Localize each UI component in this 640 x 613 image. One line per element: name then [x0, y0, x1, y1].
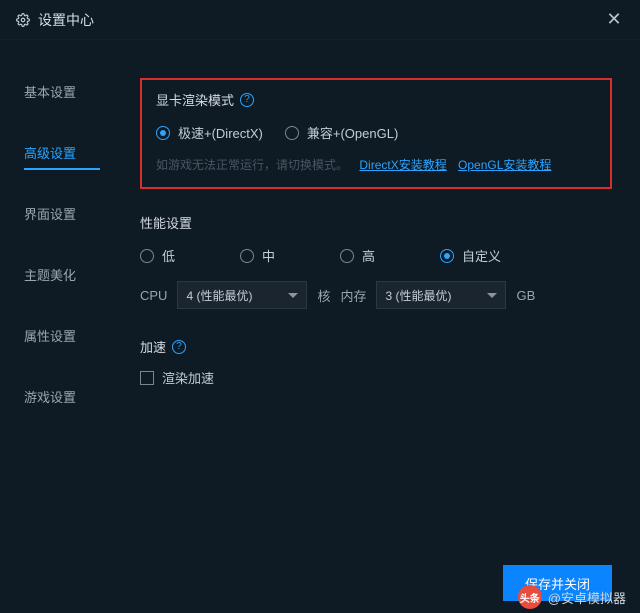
render-accel-label: 渲染加速 — [162, 368, 214, 387]
radio-medium-label: 中 — [262, 246, 275, 265]
sidebar-item-game[interactable]: 游戏设置 — [24, 375, 130, 418]
checkbox-box-icon — [140, 371, 154, 385]
acceleration-section: 加速 ? 渲染加速 — [140, 337, 612, 388]
chevron-down-icon — [487, 293, 497, 298]
window-title: 设置中心 — [38, 10, 94, 30]
radio-low-label: 低 — [162, 246, 175, 265]
watermark: 头条 @安卓模拟器 — [518, 585, 626, 609]
radio-high[interactable]: 高 — [340, 246, 440, 265]
radio-directx-label: 极速+(DirectX) — [178, 123, 263, 142]
performance-title: 性能设置 — [140, 213, 612, 232]
radio-custom[interactable]: 自定义 — [440, 246, 501, 265]
sidebar-item-advanced[interactable]: 高级设置 — [24, 131, 130, 174]
close-icon[interactable]: ✕ — [604, 10, 624, 30]
content-area: 基本设置 高级设置 界面设置 主题美化 属性设置 游戏设置 显卡渲染模式 ? 极… — [0, 40, 640, 553]
performance-title-text: 性能设置 — [140, 213, 192, 232]
cpu-unit: 核 — [317, 286, 330, 305]
sidebar-item-basic[interactable]: 基本设置 — [24, 70, 130, 113]
link-directx-tutorial[interactable]: DirectX安装教程 — [359, 158, 446, 172]
sidebar-item-property[interactable]: 属性设置 — [24, 314, 130, 357]
render-hint-text: 如游戏无法正常运行，请切换模式。 — [156, 158, 348, 172]
performance-options: 低 中 高 自定义 — [140, 246, 612, 265]
cpu-select-value: 4 (性能最优) — [186, 287, 252, 304]
radio-custom-label: 自定义 — [462, 246, 501, 265]
sidebar-item-theme[interactable]: 主题美化 — [24, 253, 130, 296]
radio-opengl-label: 兼容+(OpenGL) — [307, 123, 398, 142]
render-mode-options: 极速+(DirectX) 兼容+(OpenGL) — [156, 123, 596, 142]
radio-circle-icon — [340, 249, 354, 263]
radio-circle-icon — [140, 249, 154, 263]
radio-circle-icon — [156, 126, 170, 140]
mem-select-value: 3 (性能最优) — [385, 287, 451, 304]
sidebar: 基本设置 高级设置 界面设置 主题美化 属性设置 游戏设置 — [0, 70, 130, 553]
mem-label: 内存 — [340, 286, 366, 305]
render-mode-title: 显卡渲染模式 ? — [156, 90, 596, 109]
gear-icon — [16, 13, 30, 27]
help-icon[interactable]: ? — [240, 93, 254, 107]
titlebar: 设置中心 ✕ — [0, 0, 640, 40]
mem-unit: GB — [516, 288, 535, 303]
render-mode-section: 显卡渲染模式 ? 极速+(DirectX) 兼容+(OpenGL) 如游戏无法正… — [140, 78, 612, 189]
mem-select[interactable]: 3 (性能最优) — [376, 281, 506, 309]
radio-low[interactable]: 低 — [140, 246, 240, 265]
acceleration-title-text: 加速 — [140, 337, 166, 356]
radio-high-label: 高 — [362, 246, 375, 265]
performance-section: 性能设置 低 中 高 自定义 — [140, 213, 612, 309]
render-mode-title-text: 显卡渲染模式 — [156, 90, 234, 109]
radio-circle-icon — [285, 126, 299, 140]
sidebar-item-interface[interactable]: 界面设置 — [24, 192, 130, 235]
radio-directx[interactable]: 极速+(DirectX) — [156, 123, 263, 142]
watermark-text: @安卓模拟器 — [548, 588, 626, 607]
resource-row: CPU 4 (性能最优) 核 内存 3 (性能最优) GB — [140, 281, 612, 309]
radio-circle-icon — [440, 249, 454, 263]
radio-medium[interactable]: 中 — [240, 246, 340, 265]
render-accel-checkbox[interactable]: 渲染加速 — [140, 368, 214, 387]
cpu-select[interactable]: 4 (性能最优) — [177, 281, 307, 309]
radio-circle-icon — [240, 249, 254, 263]
link-opengl-tutorial[interactable]: OpenGL安装教程 — [458, 158, 551, 172]
cpu-label: CPU — [140, 288, 167, 303]
acceleration-title: 加速 ? — [140, 337, 612, 356]
chevron-down-icon — [288, 293, 298, 298]
render-hint: 如游戏无法正常运行，请切换模式。 DirectX安装教程 OpenGL安装教程 — [156, 156, 596, 173]
watermark-badge: 头条 — [518, 585, 542, 609]
help-icon[interactable]: ? — [172, 340, 186, 354]
main-panel: 显卡渲染模式 ? 极速+(DirectX) 兼容+(OpenGL) 如游戏无法正… — [130, 70, 640, 553]
radio-opengl[interactable]: 兼容+(OpenGL) — [285, 123, 398, 142]
